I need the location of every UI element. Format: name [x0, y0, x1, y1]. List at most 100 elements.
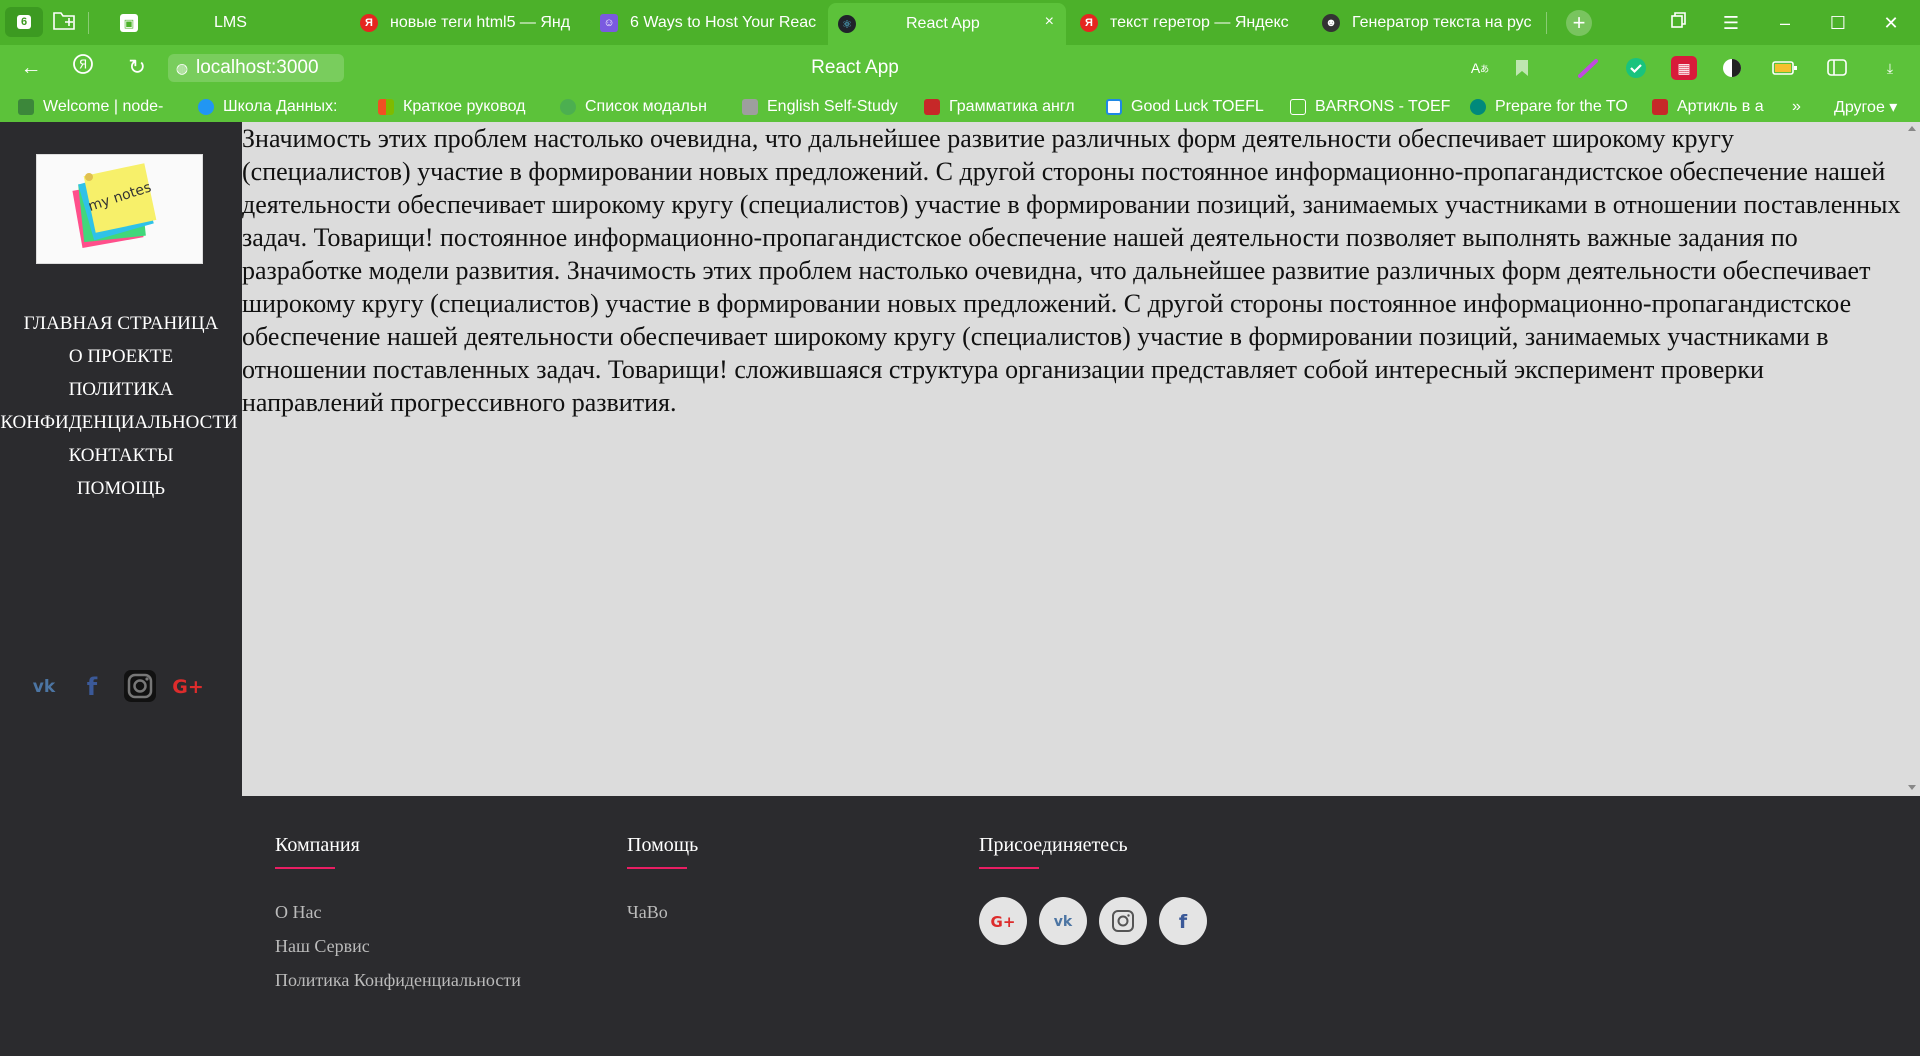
tab-title: LMS: [214, 14, 247, 31]
heading-underline: [979, 867, 1039, 869]
bookmark-favicon-icon: [742, 99, 758, 115]
content-paragraph: Значимость этих проблем настолько очевид…: [242, 124, 1901, 417]
main-content: Значимость этих проблем настолько очевид…: [242, 122, 1920, 796]
dark-mode-icon[interactable]: [1719, 56, 1745, 80]
shield-check-icon[interactable]: [1623, 56, 1649, 80]
tab-close-icon[interactable]: ×: [1045, 13, 1054, 31]
nav-help-link[interactable]: ПОМОЩЬ: [0, 472, 242, 505]
sidebar-panel-icon[interactable]: [1824, 56, 1850, 80]
footer-company-title: Компания: [275, 834, 360, 856]
footer-about-link[interactable]: О Нас: [275, 895, 521, 929]
svg-text:vk: vk: [33, 677, 56, 695]
minimize-icon[interactable]: –: [1770, 8, 1800, 38]
react-favicon-icon: ⚛: [838, 15, 856, 33]
bookmark-item[interactable]: Welcome | node-: [18, 96, 178, 118]
avatar-favicon-icon: ☺: [600, 14, 618, 32]
bookmark-favicon-icon: [378, 99, 394, 115]
new-tab-button[interactable]: +: [1566, 10, 1592, 36]
bookmark-label: Good Luck TOEFL: [1131, 98, 1264, 115]
tab-count-button[interactable]: 6: [5, 7, 43, 37]
bookmark-item[interactable]: Артикль в а: [1652, 96, 1772, 118]
google-plus-icon[interactable]: G+: [168, 666, 208, 706]
media-extension-icon[interactable]: ▦: [1671, 56, 1697, 80]
bookmark-item[interactable]: Prepare for the TO: [1470, 96, 1630, 118]
bookmarks-other-button[interactable]: Другое ▾: [1834, 96, 1914, 118]
bookmark-item[interactable]: Краткое руковод: [378, 96, 538, 118]
nav-about-link[interactable]: О ПРОЕКТЕ: [0, 340, 242, 373]
facebook-icon[interactable]: f: [72, 666, 112, 706]
download-icon[interactable]: ⤓: [1877, 56, 1903, 80]
instagram-icon[interactable]: [1099, 897, 1147, 945]
translate-icon[interactable]: Aあ: [1467, 56, 1493, 80]
page-title: React App: [811, 57, 899, 78]
tab-yandex-html5[interactable]: Я новые теги html5 — Янд: [350, 4, 586, 42]
facebook-icon[interactable]: f: [1159, 897, 1207, 945]
sidebar: my notes ГЛАВНАЯ СТРАНИЦА О ПРОЕКТЕ ПОЛИ…: [0, 122, 242, 796]
bookmark-item[interactable]: English Self-Study: [742, 96, 904, 118]
menu-icon[interactable]: ☰: [1716, 8, 1746, 38]
svg-text:vk: vk: [1054, 914, 1073, 929]
tab-yandex-generator[interactable]: Я текст гeретор — Яндекс: [1070, 4, 1296, 42]
tab-text-generator[interactable]: ☻ Генератор текста на рус: [1312, 4, 1540, 42]
bookmark-item[interactable]: Список модальн: [560, 96, 720, 118]
bookmarks-bar: Welcome | node- Школа Данных: Краткое ру…: [0, 91, 1920, 122]
tab-separator: [1546, 12, 1547, 34]
new-tab-group-icon[interactable]: [50, 9, 78, 35]
bookmark-item[interactable]: Грамматика англ: [924, 96, 1086, 118]
bookmark-label: Prepare for the TO: [1495, 98, 1628, 115]
web-page: my notes ГЛАВНАЯ СТРАНИЦА О ПРОЕКТЕ ПОЛИ…: [0, 122, 1920, 1056]
maximize-icon[interactable]: ☐: [1823, 8, 1853, 38]
nav-policy-link[interactable]: ПОЛИТИКА: [0, 373, 242, 406]
bookmark-label: Краткое руковод: [403, 98, 526, 115]
bookmark-icon[interactable]: [1509, 56, 1535, 80]
bookmark-label: English Self-Study: [767, 98, 898, 115]
vk-icon[interactable]: vk: [24, 666, 64, 706]
bookmark-favicon-icon: [1290, 99, 1306, 115]
footer-faq-link[interactable]: ЧаВо: [627, 895, 698, 929]
bookmark-label: Грамматика англ: [949, 98, 1075, 115]
bookmark-label: Школа Данных:: [223, 98, 338, 115]
svg-text:G+: G+: [172, 676, 204, 697]
tab-title: текст гeретор — Яндекс: [1110, 14, 1289, 31]
nav-home-link[interactable]: ГЛАВНАЯ СТРАНИЦА: [0, 307, 242, 340]
footer-help-title: Помощь: [627, 834, 699, 856]
nav-privacy-link[interactable]: КОНФИДЕНЦИАЛЬНОСТИ: [0, 406, 242, 439]
close-window-icon[interactable]: ✕: [1876, 8, 1906, 38]
content-scrollbar[interactable]: [1904, 122, 1920, 796]
collections-icon[interactable]: [1663, 8, 1693, 38]
pen-extension-icon[interactable]: [1576, 56, 1602, 80]
footer-service-link[interactable]: Наш Сервис: [275, 929, 521, 963]
tab-count-label: 6: [16, 15, 32, 29]
bookmark-favicon-icon: [1652, 99, 1668, 115]
tab-lms[interactable]: ▣ LMS: [110, 4, 350, 42]
bookmark-item[interactable]: Good Luck TOEFL: [1106, 96, 1266, 118]
bookmark-item[interactable]: BARRONS - TOEFL: [1290, 96, 1450, 118]
bookmarks-more-button[interactable]: »: [1792, 96, 1812, 118]
footer-join-title: Присоединяетесь: [979, 834, 1128, 856]
battery-icon[interactable]: [1772, 56, 1798, 80]
yandex-favicon-icon: Я: [360, 14, 378, 32]
logo[interactable]: my notes: [36, 154, 203, 264]
svg-text:f: f: [87, 673, 98, 699]
bookmark-favicon-icon: [198, 99, 214, 115]
tab-separator: [88, 12, 89, 34]
tab-host-react[interactable]: ☺ 6 Ways to Host Your Reac: [590, 4, 816, 42]
lms-favicon-icon: ▣: [120, 14, 138, 32]
bookmark-favicon-icon: [560, 99, 576, 115]
tab-react-app[interactable]: ⚛ React App ×: [828, 3, 1066, 45]
instagram-icon[interactable]: [120, 666, 160, 706]
svg-text:f: f: [1179, 911, 1188, 932]
google-plus-icon[interactable]: G+: [979, 897, 1027, 945]
vk-icon[interactable]: vk: [1039, 897, 1087, 945]
footer-privacy-link[interactable]: Политика Конфиденциальности: [275, 963, 521, 997]
tab-title: новые теги html5 — Янд: [390, 14, 571, 31]
bookmark-item[interactable]: Школа Данных:: [198, 96, 358, 118]
bookmark-favicon-icon: [1106, 99, 1122, 115]
scroll-up-icon[interactable]: [1908, 126, 1916, 131]
sidebar-social-links: vk f G+: [24, 666, 224, 706]
footer-join-column: Присоединяетесь G+ vk f: [979, 834, 1207, 945]
nav-contacts-link[interactable]: КОНТАКТЫ: [0, 439, 242, 472]
tab-title: Генератор текста на рус: [1352, 14, 1532, 31]
scroll-down-icon[interactable]: [1908, 785, 1916, 790]
bookmark-label: Список модальн: [585, 98, 707, 115]
